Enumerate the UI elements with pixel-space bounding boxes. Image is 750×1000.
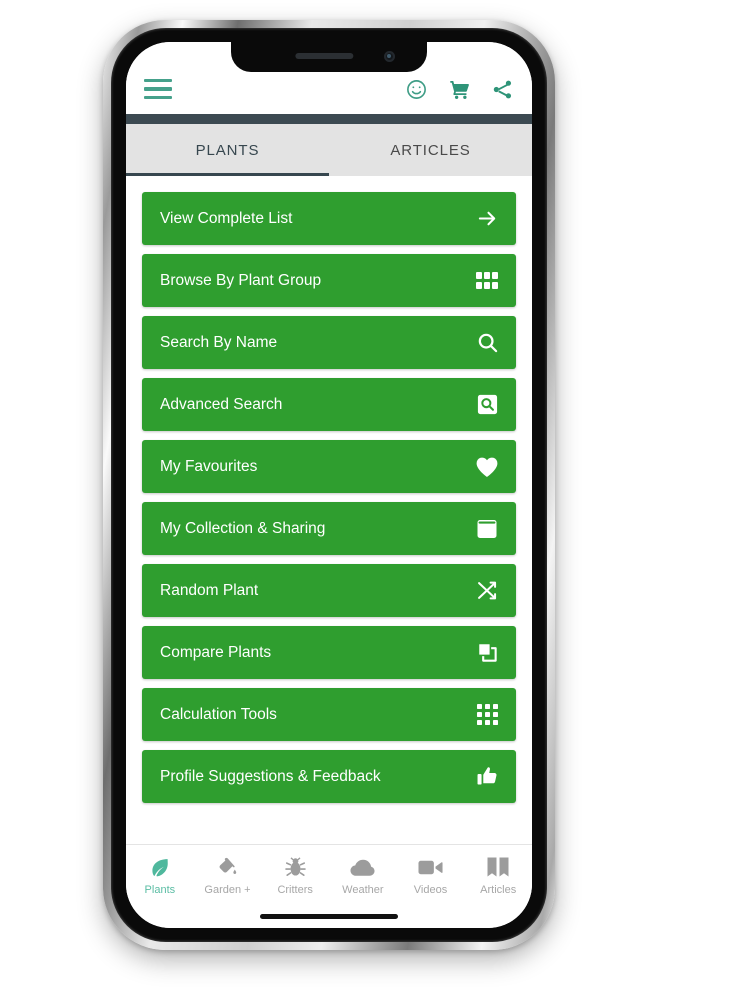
plants-menu-list: View Complete List Browse By Plant Group [126,176,532,803]
tab-articles[interactable]: ARTICLES [329,124,532,176]
menu-item-calculation-tools[interactable]: Calculation Tools [142,688,516,741]
menu-item-label: View Complete List [160,209,293,227]
menu-item-label: My Collection & Sharing [160,519,326,537]
shuffle-icon [474,578,500,604]
nav-item-label: Plants [144,884,176,896]
menu-item-compare-plants[interactable]: Compare Plants [142,626,516,679]
tab-bar: PLANTS ARTICLES [126,114,532,176]
menu-item-advanced-search[interactable]: Advanced Search [142,378,516,431]
thumbs-up-icon [474,764,500,790]
book-open-icon [486,854,510,880]
menu-item-my-collection-and-sharing[interactable]: My Collection & Sharing [142,502,516,555]
earpiece-speaker-icon [295,53,354,59]
menu-item-label: Profile Suggestions & Feedback [160,767,381,785]
heart-icon [474,454,500,480]
phone-bezel: PLANTS ARTICLES View Complete List Brows… [111,28,547,942]
arrow-right-icon [474,206,500,232]
phone-notch [231,42,427,72]
menu-item-random-plant[interactable]: Random Plant [142,564,516,617]
menu-item-view-complete-list[interactable]: View Complete List [142,192,516,245]
video-icon [418,854,443,880]
book-icon [474,516,500,542]
menu-item-profile-suggestions-and-feedback[interactable]: Profile Suggestions & Feedback [142,750,516,803]
tab-articles-label: ARTICLES [390,141,471,159]
tab-list: PLANTS ARTICLES [126,124,532,176]
tab-plants-label: PLANTS [195,141,260,159]
tab-bar-divider [126,114,532,124]
grid-2x3-icon [474,268,500,294]
app-header-actions [405,78,514,101]
phone-screen: PLANTS ARTICLES View Complete List Brows… [126,42,532,928]
home-indicator[interactable] [260,914,398,919]
nav-item-garden-plus[interactable]: Garden + [194,854,262,896]
compare-squares-icon [474,640,500,666]
nav-item-label: Garden + [204,884,251,896]
nav-item-articles[interactable]: Articles [464,854,532,896]
tab-plants[interactable]: PLANTS [126,124,329,176]
menu-item-search-by-name[interactable]: Search By Name [142,316,516,369]
share-icon[interactable] [491,78,514,101]
cart-icon[interactable] [447,78,472,101]
front-camera-icon [384,51,395,62]
search-icon [474,330,500,356]
search-box-icon [474,392,500,418]
screenshot-canvas: PLANTS ARTICLES View Complete List Brows… [0,0,750,1000]
nav-item-label: Articles [480,884,517,896]
menu-item-label: Random Plant [160,581,259,599]
nav-item-plants[interactable]: Plants [126,854,194,896]
nav-item-videos[interactable]: Videos [397,854,465,896]
menu-item-label: Browse By Plant Group [160,271,322,289]
bug-icon [284,854,307,880]
cloud-icon [350,854,375,880]
grid-3x3-dots-icon [474,702,500,728]
phone-device-frame: PLANTS ARTICLES View Complete List Brows… [103,20,555,950]
hamburger-menu-icon[interactable] [144,79,172,99]
nav-item-critters[interactable]: Critters [261,854,329,896]
nav-item-weather[interactable]: Weather [329,854,397,896]
nav-item-label: Weather [342,884,384,896]
menu-item-my-favourites[interactable]: My Favourites [142,440,516,493]
leaf-icon [148,854,171,880]
menu-item-label: My Favourites [160,457,258,475]
nav-item-label: Critters [277,884,313,896]
nav-item-label: Videos [413,884,448,896]
menu-item-label: Compare Plants [160,643,272,661]
menu-item-label: Advanced Search [160,395,283,413]
smiley-icon[interactable] [405,78,428,101]
menu-item-label: Search By Name [160,333,278,351]
watering-icon [216,854,239,880]
menu-item-browse-by-plant-group[interactable]: Browse By Plant Group [142,254,516,307]
menu-item-label: Calculation Tools [160,705,277,723]
